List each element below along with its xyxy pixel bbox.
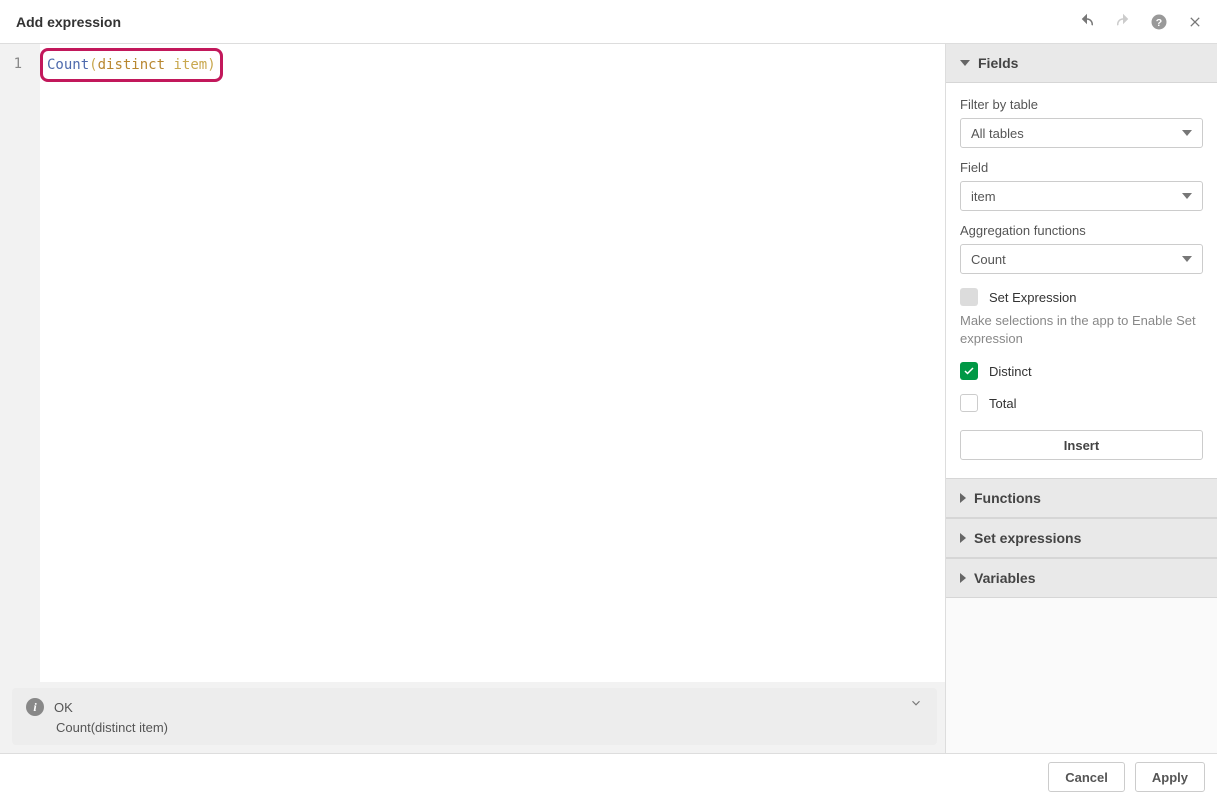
chevron-down-icon[interactable] — [909, 696, 923, 713]
info-icon: i — [26, 698, 44, 716]
accordion-label: Fields — [978, 55, 1018, 71]
accordion-variables[interactable]: Variables — [946, 558, 1217, 598]
field-select[interactable]: item — [960, 181, 1203, 211]
total-label: Total — [989, 396, 1016, 411]
token-function: Count — [47, 57, 89, 73]
token-paren-close: ) — [207, 57, 215, 73]
line-number: 1 — [14, 56, 22, 72]
chevron-right-icon — [960, 533, 966, 543]
set-expression-row[interactable]: Set Expression — [960, 288, 1203, 306]
select-value: item — [971, 189, 996, 204]
undo-icon[interactable] — [1077, 12, 1097, 32]
caret-down-icon — [1182, 193, 1192, 199]
token-keyword: distinct — [98, 57, 165, 73]
header-actions: ? — [1077, 12, 1205, 32]
filter-by-table-label: Filter by table — [960, 97, 1203, 112]
distinct-checkbox[interactable] — [960, 362, 978, 380]
fields-panel: Filter by table All tables Field item Ag… — [946, 83, 1217, 478]
token-identifier: item — [173, 57, 207, 73]
apply-button[interactable]: Apply — [1135, 762, 1205, 792]
sidebar: Fields Filter by table All tables Field … — [945, 44, 1217, 753]
caret-down-icon — [1182, 256, 1192, 262]
accordion-label: Variables — [974, 570, 1036, 586]
field-label: Field — [960, 160, 1203, 175]
accordion-label: Functions — [974, 490, 1041, 506]
chevron-right-icon — [960, 493, 966, 503]
chevron-right-icon — [960, 573, 966, 583]
accordion-label: Set expressions — [974, 530, 1081, 546]
distinct-label: Distinct — [989, 364, 1032, 379]
dialog-title: Add expression — [12, 14, 121, 30]
aggregation-label: Aggregation functions — [960, 223, 1203, 238]
dialog-header: Add expression ? — [0, 0, 1217, 44]
redo-icon — [1113, 12, 1133, 32]
insert-button[interactable]: Insert — [960, 430, 1203, 460]
help-icon[interactable]: ? — [1149, 12, 1169, 32]
line-number-gutter: 1 — [0, 44, 40, 682]
dialog-footer: Cancel Apply — [0, 753, 1217, 800]
dialog-body: 1 Count(distinct item) i OK Count(distin… — [0, 44, 1217, 753]
total-row[interactable]: Total — [960, 394, 1203, 412]
cancel-button[interactable]: Cancel — [1048, 762, 1125, 792]
status-detail: Count(distinct item) — [56, 720, 923, 735]
editor-pane: 1 Count(distinct item) i OK Count(distin… — [0, 44, 945, 753]
set-expression-help: Make selections in the app to Enable Set… — [960, 312, 1203, 348]
accordion-fields[interactable]: Fields — [946, 44, 1217, 83]
chevron-down-icon — [960, 60, 970, 66]
total-checkbox[interactable] — [960, 394, 978, 412]
status-bar[interactable]: i OK Count(distinct item) — [12, 688, 937, 745]
status-row: i OK — [26, 698, 923, 716]
aggregation-select[interactable]: Count — [960, 244, 1203, 274]
editor-wrap: 1 Count(distinct item) — [0, 44, 945, 682]
accordion-functions[interactable]: Functions — [946, 478, 1217, 518]
set-expression-label: Set Expression — [989, 290, 1076, 305]
filter-by-table-select[interactable]: All tables — [960, 118, 1203, 148]
svg-text:?: ? — [1156, 16, 1162, 28]
expression-highlight: Count(distinct item) — [40, 48, 223, 82]
token-paren-open: ( — [89, 57, 97, 73]
set-expression-checkbox[interactable] — [960, 288, 978, 306]
distinct-row[interactable]: Distinct — [960, 362, 1203, 380]
status-label: OK — [54, 700, 73, 715]
expression-editor[interactable]: Count(distinct item) — [40, 44, 945, 682]
caret-down-icon — [1182, 130, 1192, 136]
select-value: All tables — [971, 126, 1024, 141]
accordion-set-expressions[interactable]: Set expressions — [946, 518, 1217, 558]
select-value: Count — [971, 252, 1006, 267]
close-icon[interactable] — [1185, 12, 1205, 32]
